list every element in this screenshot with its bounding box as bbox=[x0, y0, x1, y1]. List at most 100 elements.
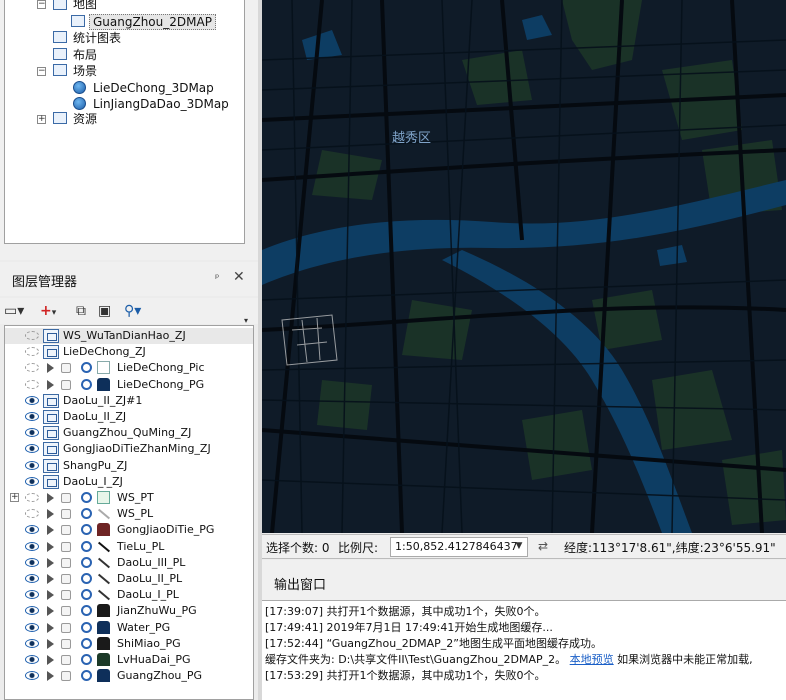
edit-lock-icon[interactable] bbox=[61, 541, 71, 552]
select-arrow-icon[interactable] bbox=[47, 493, 54, 503]
snap-icon[interactable] bbox=[81, 670, 92, 682]
edit-lock-icon[interactable] bbox=[61, 622, 71, 633]
snap-icon[interactable] bbox=[81, 573, 92, 584]
select-arrow-icon[interactable] bbox=[47, 557, 54, 568]
snap-icon[interactable] bbox=[81, 492, 92, 503]
layer-row[interactable]: TieLu_PL bbox=[5, 539, 253, 555]
visibility-icon[interactable] bbox=[25, 557, 39, 567]
swap-icon[interactable]: ⇄ bbox=[538, 539, 548, 553]
tree-item-liedechong-3dmap[interactable]: LieDeChong_3DMap bbox=[93, 80, 214, 96]
workspace-tree[interactable]: − 地图 GuangZhou_2DMAP 统计图表 布局 − 场景 LieDeC… bbox=[4, 0, 245, 244]
snap-icon[interactable] bbox=[81, 589, 92, 601]
snap-icon[interactable] bbox=[81, 621, 92, 633]
snap-icon[interactable] bbox=[81, 524, 92, 536]
select-arrow-icon[interactable] bbox=[47, 622, 54, 633]
select-arrow-icon[interactable] bbox=[47, 363, 54, 374]
snap-icon[interactable] bbox=[81, 508, 92, 520]
visibility-icon[interactable] bbox=[25, 574, 39, 583]
snap-icon[interactable] bbox=[81, 540, 92, 552]
layer-row[interactable]: GuangZhou_QuMing_ZJ bbox=[5, 425, 253, 441]
select-arrow-icon[interactable] bbox=[47, 655, 54, 665]
snap-icon[interactable] bbox=[81, 637, 92, 649]
visibility-icon[interactable] bbox=[25, 476, 39, 486]
select-arrow-icon[interactable] bbox=[47, 574, 54, 584]
visibility-icon[interactable] bbox=[25, 331, 39, 340]
map-view[interactable]: 越秀区 bbox=[262, 0, 786, 533]
tree-item-charts[interactable]: 统计图表 bbox=[73, 30, 121, 46]
select-arrow-icon[interactable] bbox=[47, 379, 54, 390]
visibility-icon[interactable] bbox=[25, 395, 39, 405]
visibility-icon[interactable] bbox=[25, 622, 39, 632]
edit-lock-icon[interactable] bbox=[61, 525, 71, 536]
tree-item-resources[interactable]: 资源 bbox=[73, 111, 97, 127]
expand-toggle[interactable]: + bbox=[10, 493, 19, 502]
layer-row[interactable]: WS_PL bbox=[5, 506, 253, 522]
layer-row[interactable]: WS_WuTanDianHao_ZJ bbox=[5, 328, 253, 344]
visibility-icon[interactable] bbox=[25, 525, 39, 535]
visibility-icon[interactable] bbox=[25, 460, 39, 470]
layer-list[interactable]: WS_WuTanDianHao_ZJ LieDeChong_ZJ LieDeChon… bbox=[4, 325, 254, 700]
visibility-icon[interactable] bbox=[25, 655, 39, 664]
layer-row[interactable]: + WS_PT bbox=[5, 490, 253, 506]
layer-row[interactable]: GongJiaoDiTieZhanMing_ZJ bbox=[5, 441, 253, 457]
chevron-down-icon[interactable]: ▼ bbox=[512, 538, 526, 554]
select-arrow-icon[interactable] bbox=[47, 671, 54, 682]
layer-row[interactable]: LieDeChong_ZJ bbox=[5, 344, 253, 360]
tree-item-guangzhou-2dmap[interactable]: GuangZhou_2DMAP bbox=[89, 14, 216, 30]
visibility-icon[interactable] bbox=[25, 493, 39, 502]
edit-lock-icon[interactable] bbox=[61, 493, 71, 503]
snap-icon[interactable] bbox=[81, 378, 92, 390]
tree-item-linjiang-3dmap[interactable]: LinJiangDaDao_3DMap bbox=[93, 96, 229, 112]
edit-lock-icon[interactable] bbox=[61, 509, 71, 520]
layer-row[interactable]: LieDeChong_Pic bbox=[5, 360, 253, 376]
search-icon[interactable]: ⚲▾ bbox=[124, 302, 141, 320]
edit-lock-icon[interactable] bbox=[61, 557, 71, 568]
visibility-icon[interactable] bbox=[25, 347, 39, 357]
layer-row[interactable]: DaoLu_I_ZJ bbox=[5, 474, 253, 490]
select-arrow-icon[interactable] bbox=[47, 509, 54, 520]
layer-row[interactable]: DaoLu_II_PL bbox=[5, 571, 253, 587]
pin-icon[interactable]: ᵖ bbox=[215, 273, 219, 284]
tree-item-map[interactable]: 地图 bbox=[73, 0, 97, 12]
tree-item-layout[interactable]: 布局 bbox=[73, 47, 97, 63]
edit-lock-icon[interactable] bbox=[61, 574, 71, 584]
visibility-icon[interactable] bbox=[25, 638, 39, 648]
scale-input[interactable]: 1:50,852.4127846437 bbox=[390, 537, 528, 557]
snap-icon[interactable] bbox=[81, 654, 92, 665]
layer-row[interactable]: DaoLu_I_PL bbox=[5, 587, 253, 603]
visibility-icon[interactable] bbox=[25, 509, 39, 519]
edit-lock-icon[interactable] bbox=[61, 655, 71, 665]
select-arrow-icon[interactable] bbox=[47, 541, 54, 552]
output-window[interactable]: [17:39:07] 共打开1个数据源，其中成功1个，失败0个。 [17:49:… bbox=[262, 600, 786, 700]
visibility-icon[interactable] bbox=[25, 444, 39, 454]
layer-row[interactable]: DaoLu_II_ZJ bbox=[5, 409, 253, 425]
layer-row[interactable]: GongJiaoDiTie_PG bbox=[5, 522, 253, 538]
visibility-icon[interactable] bbox=[25, 412, 39, 421]
edit-lock-icon[interactable] bbox=[61, 671, 71, 682]
local-preview-link[interactable]: 本地预览 bbox=[570, 653, 614, 666]
layer-row[interactable]: LvHuaDai_PG bbox=[5, 652, 253, 668]
layer-row[interactable]: JianZhuWu_PG bbox=[5, 603, 253, 619]
layer-row[interactable]: ShiMiao_PG bbox=[5, 636, 253, 652]
layer-row[interactable]: GuangZhou_PG bbox=[5, 668, 253, 684]
edit-lock-icon[interactable] bbox=[61, 606, 71, 617]
layer-row[interactable]: ShangPu_ZJ bbox=[5, 458, 253, 474]
layer-row[interactable]: DaoLu_III_PL bbox=[5, 555, 253, 571]
visibility-icon[interactable] bbox=[25, 606, 39, 616]
close-icon[interactable]: ✕ bbox=[233, 269, 245, 285]
tree-item-scene[interactable]: 场景 bbox=[73, 63, 97, 79]
visibility-icon[interactable] bbox=[25, 671, 39, 681]
snap-icon[interactable] bbox=[81, 362, 92, 374]
layer-row[interactable]: Water_PG bbox=[5, 620, 253, 636]
visibility-icon[interactable] bbox=[25, 541, 39, 551]
snap-icon[interactable] bbox=[81, 605, 92, 617]
visibility-icon[interactable] bbox=[25, 428, 39, 438]
visibility-icon[interactable] bbox=[25, 363, 39, 373]
select-arrow-icon[interactable] bbox=[47, 525, 54, 536]
layer-properties-icon[interactable]: ▣ bbox=[98, 302, 111, 320]
edit-lock-icon[interactable] bbox=[61, 638, 71, 649]
visibility-icon[interactable] bbox=[25, 590, 39, 600]
layer-style-icon[interactable]: ▭▾ bbox=[4, 302, 24, 320]
snap-icon[interactable] bbox=[81, 556, 92, 568]
collapse-toggle[interactable]: − bbox=[37, 67, 46, 76]
